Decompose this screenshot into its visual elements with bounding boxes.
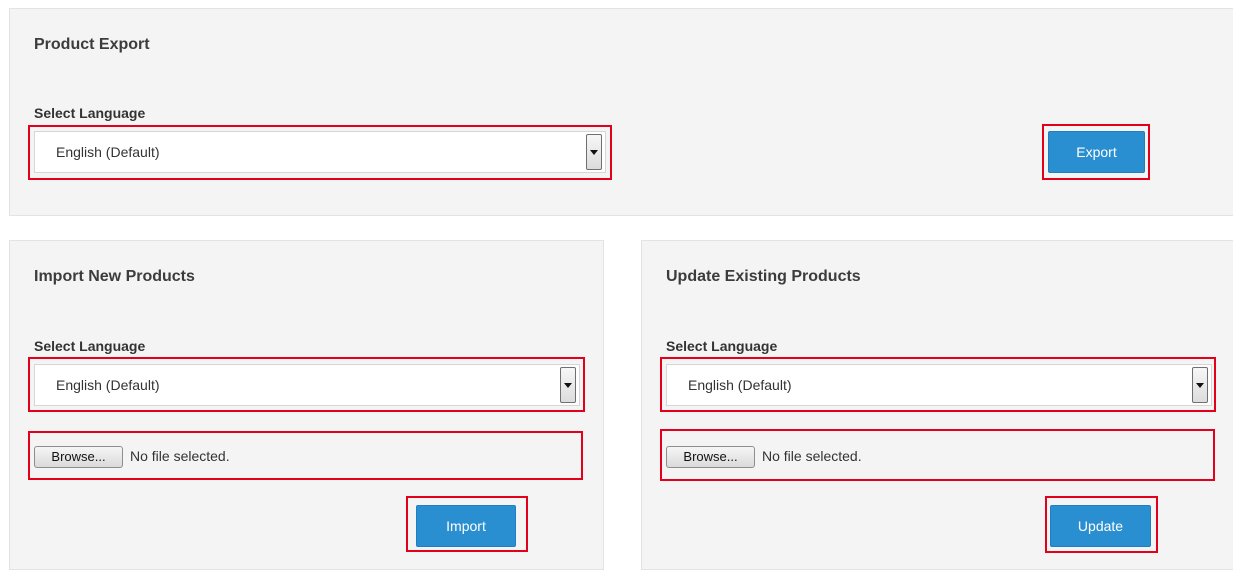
update-products-title: Update Existing Products xyxy=(666,268,861,285)
import-language-label: Select Language xyxy=(34,338,146,354)
update-language-highlight xyxy=(660,357,1216,412)
import-file-highlight xyxy=(28,431,583,480)
product-export-title: Product Export xyxy=(34,36,150,53)
product-export-panel xyxy=(9,8,1233,216)
update-button-highlight xyxy=(1045,496,1158,553)
export-language-label: Select Language xyxy=(34,105,146,121)
update-file-highlight xyxy=(660,429,1215,481)
import-language-highlight xyxy=(28,357,585,412)
export-button-highlight xyxy=(1042,124,1150,180)
export-language-highlight xyxy=(28,125,612,180)
import-products-title: Import New Products xyxy=(34,268,195,285)
import-button-highlight xyxy=(406,496,528,552)
update-language-label: Select Language xyxy=(666,338,778,354)
